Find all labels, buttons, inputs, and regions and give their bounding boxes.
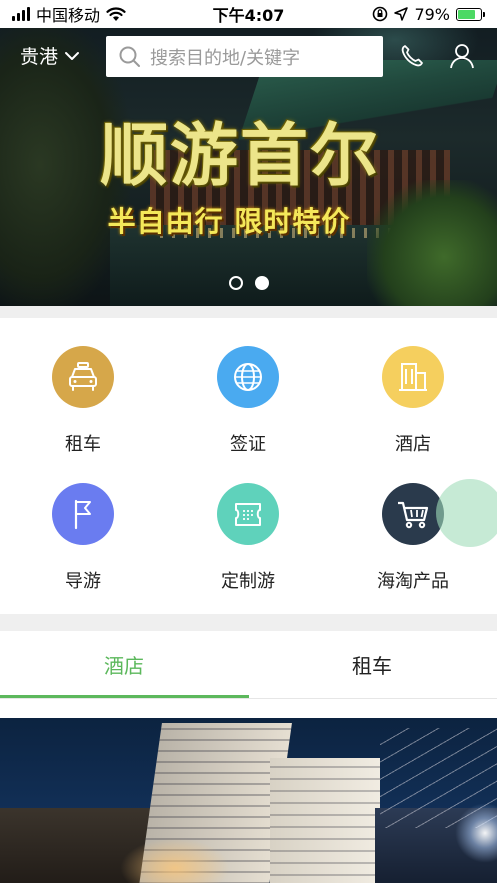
category-custom-tour[interactable]: 定制游	[178, 483, 318, 593]
banner-headline: 顺游首尔	[99, 116, 380, 196]
building-icon	[382, 346, 444, 408]
floating-assist-bubble[interactable]	[436, 479, 497, 547]
carrier-name: 中国移动	[36, 6, 101, 25]
top-header: 贵港 搜索目的地/关键字	[0, 36, 497, 78]
hotel-photo-light	[120, 838, 230, 883]
chevron-down-icon	[65, 51, 80, 60]
carousel-indicator	[0, 276, 497, 290]
location-arrow-icon	[394, 7, 409, 21]
signal-icon	[12, 7, 30, 21]
category-grid: 租车 签证 酒店 导游 定制游 海淘产品	[0, 318, 497, 614]
ticket-icon	[217, 483, 279, 545]
category-label: 海淘产品	[377, 571, 449, 592]
carousel-dot-1[interactable]	[228, 276, 243, 290]
status-left: 中国移动	[12, 2, 126, 26]
city-name: 贵港	[20, 46, 59, 68]
phone-icon[interactable]	[398, 42, 426, 70]
globe-icon	[217, 346, 279, 408]
category-label: 租车	[65, 434, 101, 455]
category-label: 酒店	[395, 434, 431, 455]
tab-bar: 酒店 租车	[0, 631, 497, 699]
orientation-lock-icon	[373, 6, 388, 22]
category-visa[interactable]: 签证	[178, 346, 318, 456]
category-hotel[interactable]: 酒店	[343, 346, 483, 456]
battery-percent: 79%	[414, 4, 450, 24]
banner-subline: 半自由行 限时特价	[107, 205, 351, 238]
tab-hotel[interactable]: 酒店	[0, 631, 248, 697]
search-input[interactable]: 搜索目的地/关键字	[106, 36, 383, 77]
tab-active-indicator	[0, 695, 249, 698]
hotel-photo[interactable]	[0, 718, 497, 883]
car-icon	[52, 346, 114, 408]
status-right: 79%	[372, 5, 485, 24]
search-placeholder: 搜索目的地/关键字	[150, 47, 301, 69]
category-tour-guide[interactable]: 导游	[13, 483, 153, 593]
category-label: 定制游	[221, 571, 275, 592]
status-time: 下午4:07	[212, 6, 285, 25]
category-car-rental[interactable]: 租车	[13, 346, 153, 456]
hotel-photo-building	[270, 758, 380, 883]
carousel-dot-2[interactable]	[254, 276, 269, 290]
section-divider	[0, 614, 497, 631]
battery-charging-icon	[456, 7, 485, 21]
search-icon	[119, 46, 140, 67]
tab-car-rental[interactable]: 租车	[248, 631, 496, 697]
hotel-photo-flare	[455, 803, 497, 863]
user-icon[interactable]	[448, 42, 476, 70]
flag-icon	[52, 483, 114, 545]
category-label: 签证	[230, 434, 266, 455]
category-label: 导游	[65, 571, 101, 592]
section-divider	[0, 306, 497, 318]
city-selector[interactable]: 贵港	[20, 42, 80, 69]
cart-icon	[382, 483, 444, 545]
wifi-icon	[106, 6, 126, 21]
status-bar: 中国移动 下午4:07 79%	[0, 0, 497, 28]
